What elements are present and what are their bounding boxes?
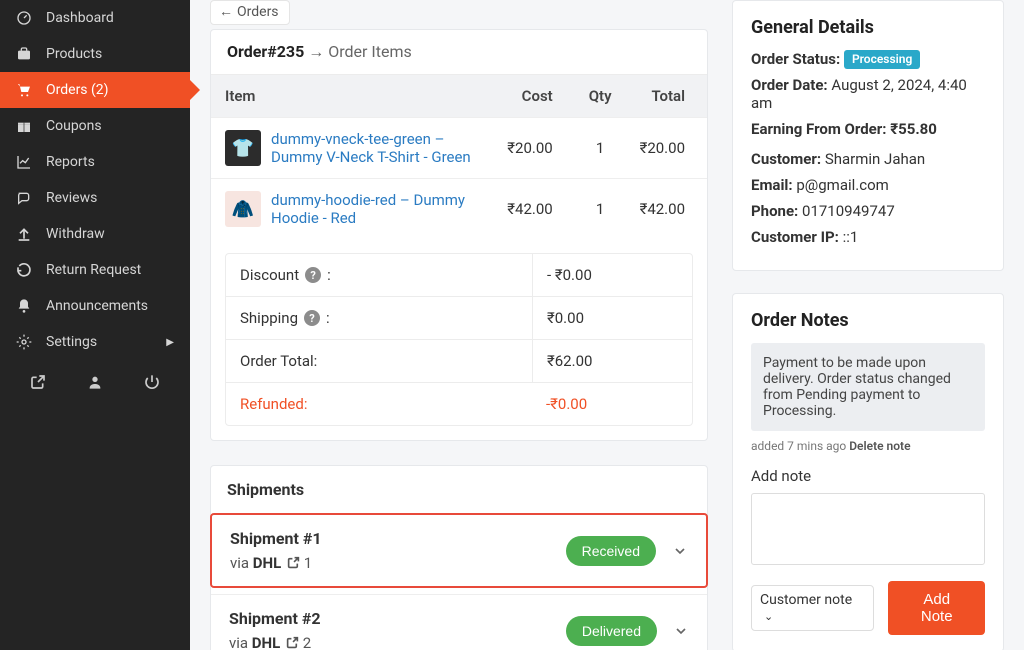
chevron-down-icon[interactable] [673,623,689,639]
gear-icon [16,334,34,350]
shipment-row: Shipment #2via DHL 2Delivered [211,594,707,650]
totals-row: Refunded:-₹0.00 [226,382,692,425]
note-type-select[interactable]: Customer note ⌄ [751,585,874,631]
delete-note-link[interactable]: Delete note [849,439,910,453]
add-note-label: Add note [751,467,985,485]
sidebar-item-upload[interactable]: Withdraw [0,216,190,252]
sidebar-item-bell[interactable]: Announcements [0,288,190,324]
help-icon[interactable]: ? [304,310,320,326]
sidebar-item-chat[interactable]: Reviews [0,180,190,216]
totals-row: Order Total:₹62.00 [226,339,692,382]
product-thumb: 👕 [225,130,261,166]
item-total: ₹20.00 [626,118,707,179]
external-link-icon[interactable] [287,556,300,572]
order-number: Order#235 [227,42,304,61]
sidebar-item-gear[interactable]: Settings ▶ [0,324,190,360]
chevron-down-icon[interactable] [672,543,688,559]
undo-icon [16,262,34,278]
chart-icon [16,154,34,170]
totals-row: Discount? :- ₹0.00 [226,254,692,296]
power-icon[interactable] [144,374,160,390]
items-table: Item Cost Qty Total 👕 dummy-vneck-tee-gre… [211,75,707,239]
order-header: Order#235 → Order Items [211,30,707,75]
sidebar-item-label: Orders (2) [46,82,109,98]
sidebar-item-label: Return Request [46,262,141,278]
sidebar-item-label: Products [46,46,102,62]
upload-icon [16,226,34,242]
sidebar-item-label: Settings [46,334,97,350]
sidebar-item-chart[interactable]: Reports [0,144,190,180]
shipments-card: Shipments Shipment #1via DHL 1ReceivedSh… [210,465,708,650]
product-link[interactable]: dummy-hoodie-red – Dummy Hoodie - Red [271,191,465,227]
gift-icon [16,118,34,134]
table-row: 🧥 dummy-hoodie-red – Dummy Hoodie - Red ₹4… [211,179,707,240]
shipment-status[interactable]: Delivered [566,616,657,646]
sidebar-item-label: Coupons [46,118,102,134]
dashboard-icon [16,10,34,26]
sidebar-item-briefcase[interactable]: Products [0,36,190,72]
shipment-title: Shipment #2 [229,609,321,628]
sidebar-item-gift[interactable]: Coupons [0,108,190,144]
product-thumb: 🧥 [225,191,261,227]
item-cost: ₹42.00 [493,179,574,240]
sidebar: Dashboard Products Orders (2) Coupons Report… [0,0,190,650]
col-item: Item [211,75,493,118]
arrow-left-icon: ← [219,3,233,20]
note-item: Payment to be made upon delivery. Order … [751,343,985,431]
briefcase-icon [16,46,34,62]
shipments-title: Shipments [211,466,707,513]
totals-row: Shipping? :₹0.00 [226,296,692,339]
item-total: ₹42.00 [626,179,707,240]
back-to-orders[interactable]: ← Orders [210,0,290,25]
sidebar-item-dashboard[interactable]: Dashboard [0,0,190,36]
sidebar-item-label: Announcements [46,298,148,314]
item-qty: 1 [575,179,626,240]
col-total: Total [626,75,707,118]
external-link-icon[interactable] [286,636,299,650]
bell-icon [16,298,34,314]
col-qty: Qty [575,75,626,118]
sidebar-item-label: Reviews [46,190,97,206]
caret-right-icon: ▶ [166,337,174,348]
product-link[interactable]: dummy-vneck-tee-green – Dummy V-Neck T-S… [271,130,471,166]
sidebar-item-cart[interactable]: Orders (2) [0,72,190,108]
note-textarea[interactable] [751,493,985,565]
shipment-status[interactable]: Received [566,536,656,566]
back-label: Orders [237,4,279,20]
shipment-row: Shipment #1via DHL 1Received [210,513,708,588]
sidebar-item-undo[interactable]: Return Request [0,252,190,288]
order-items-card: Order#235 → Order Items Item Cost Qty To… [210,29,708,441]
shipment-title: Shipment #1 [230,529,322,548]
cart-icon [16,82,34,98]
item-cost: ₹20.00 [493,118,574,179]
user-icon[interactable] [87,374,103,390]
details-title: General Details [751,17,985,38]
sidebar-item-label: Withdraw [46,226,105,242]
notes-title: Order Notes [751,310,985,331]
add-note-button[interactable]: Add Note [888,581,985,635]
order-totals: Discount? :- ₹0.00Shipping? :₹0.00Order … [225,253,693,426]
external-link-icon[interactable] [30,374,46,390]
chevron-down-icon: ⌄ [764,610,773,623]
general-details-card: General Details Order Status: Processing… [732,0,1004,271]
sidebar-footer [0,360,190,404]
note-meta: added 7 mins ago Delete note [751,439,985,453]
status-badge: Processing [844,50,920,69]
item-qty: 1 [575,118,626,179]
table-row: 👕 dummy-vneck-tee-green – Dummy V-Neck T-… [211,118,707,179]
sidebar-item-label: Dashboard [46,10,114,26]
chat-icon [16,190,34,206]
order-notes-card: Order Notes Payment to be made upon deli… [732,293,1004,650]
help-icon[interactable]: ? [305,267,321,283]
col-cost: Cost [493,75,574,118]
sidebar-item-label: Reports [46,154,95,170]
